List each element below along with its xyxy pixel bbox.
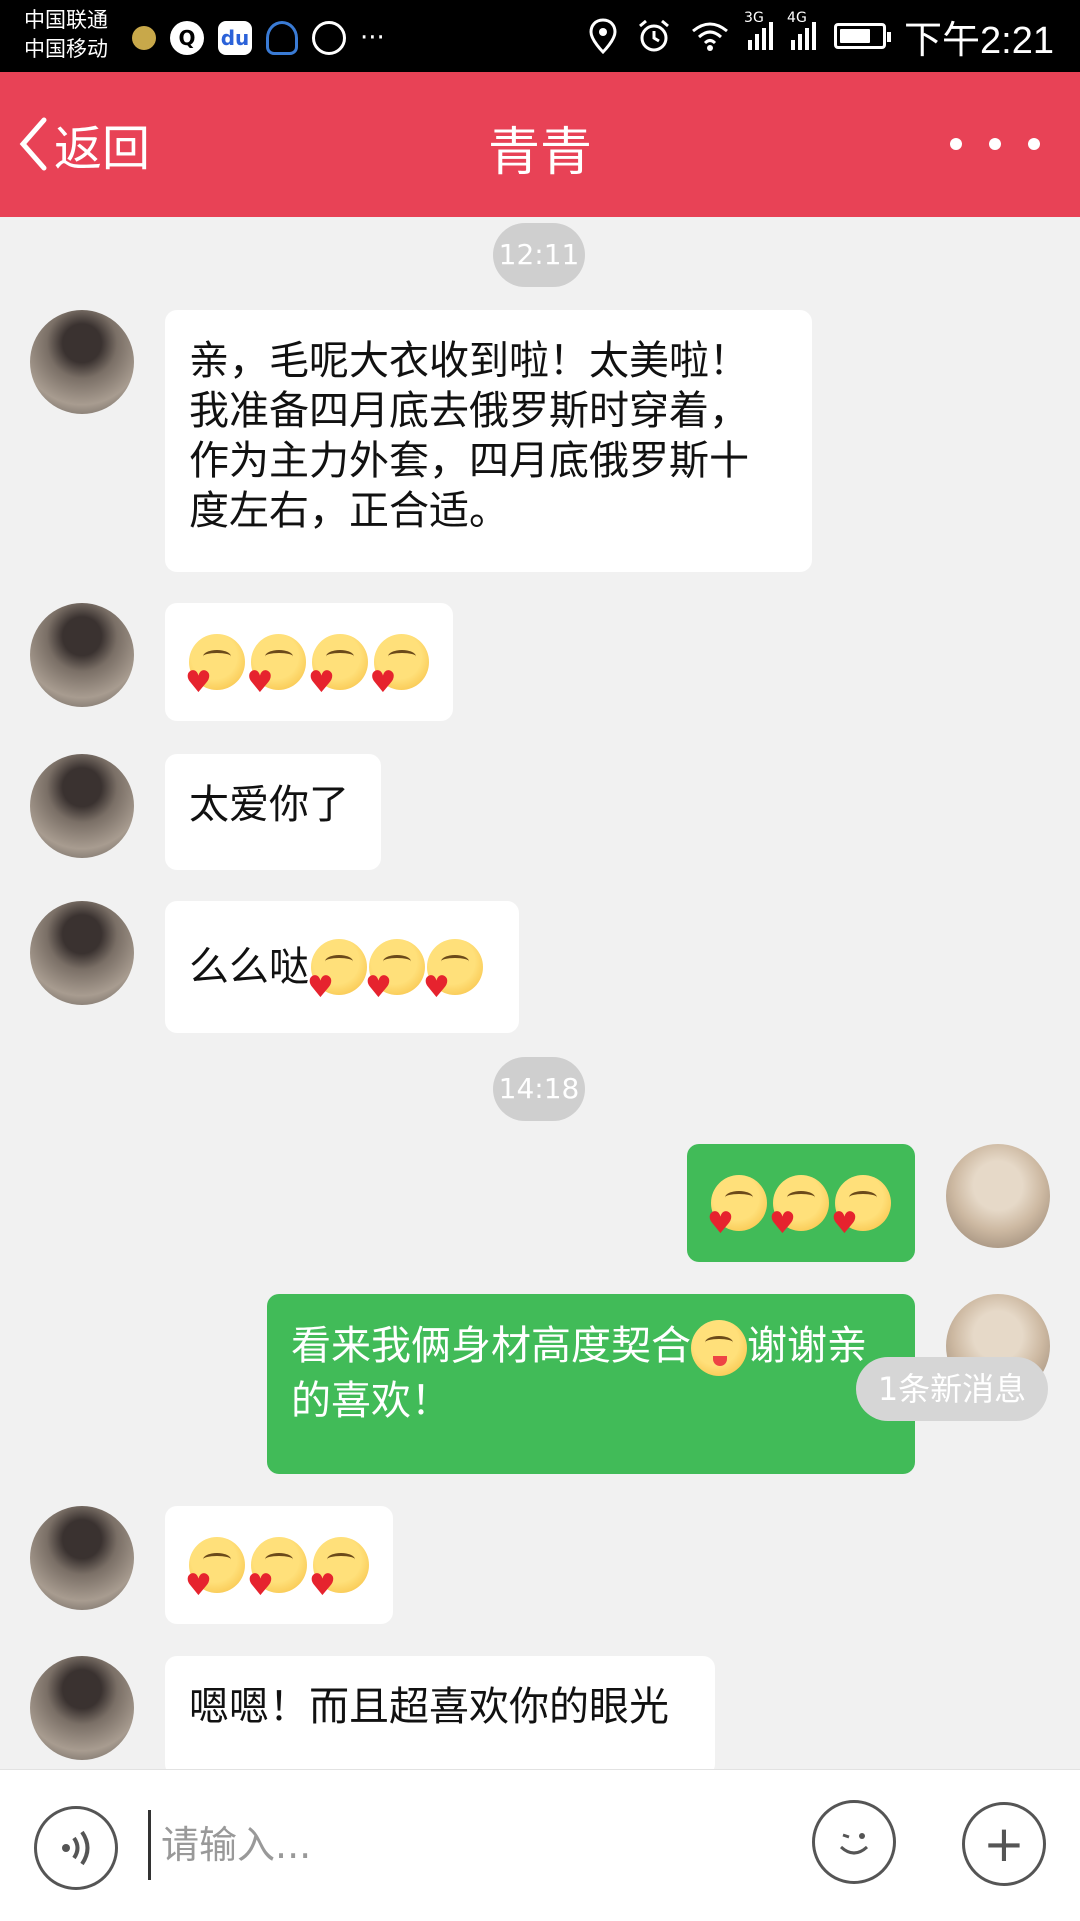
smiley-icon [839,1833,869,1855]
message-text: 么么哒 [189,944,309,990]
kiss-heart-emoji-icon [423,939,483,1003]
message-bubble-outgoing[interactable]: 看来我俩身材高度契合 谢谢亲的喜欢！ [267,1294,915,1474]
message-text: 亲，毛呢大衣收到啦！太美啦！我准备四月底去俄罗斯时穿着，作为主力外套，四月底俄罗… [189,338,749,534]
more-dot-icon [989,138,1001,150]
friend-avatar[interactable] [30,603,134,707]
message-text: 太爱你了 [189,782,349,828]
friend-avatar[interactable] [30,754,134,858]
message-bubble-incoming[interactable] [165,1506,393,1624]
message-bubble-outgoing[interactable] [687,1144,915,1262]
kiss-heart-emoji-icon [247,1537,307,1601]
notification-icons: Q du ··· [132,18,385,58]
signal-4g-icon: 4G [787,10,817,50]
qq-icon [266,21,298,55]
message-text: 嗯嗯！而且超喜欢你的眼光 [189,1684,669,1730]
net-3g-label: 3G [744,10,764,26]
kiss-heart-emoji-icon [308,634,368,698]
timestamp: 12:11 [493,223,585,287]
wifi-icon [692,22,728,51]
my-avatar[interactable] [946,1144,1050,1248]
signal-3g-icon: 3G [744,10,774,50]
message-bubble-incoming[interactable]: 嗯嗯！而且超喜欢你的眼光 [165,1656,715,1769]
hand-icon [312,21,346,55]
location-icon [589,18,617,54]
more-notifications-icon: ··· [360,23,385,53]
emoji-button[interactable] [812,1800,896,1884]
friend-avatar[interactable] [30,1506,134,1610]
net-4g-label: 4G [787,10,807,26]
tongue-out-emoji-icon [691,1320,747,1376]
timestamp: 14:18 [493,1057,585,1121]
carrier-1: 中国联通 [24,8,108,32]
notification-dot-icon [132,26,156,50]
friend-avatar[interactable] [30,310,134,414]
system-icons: 3G 4G 下午2:21 [588,10,1054,62]
kiss-heart-emoji-icon [185,634,245,698]
message-bubble-incoming[interactable]: 亲，毛呢大衣收到啦！太美啦！我准备四月底去俄罗斯时穿着，作为主力外套，四月底俄罗… [165,310,812,572]
qq-browser-icon: Q [170,21,204,55]
friend-avatar[interactable] [30,901,134,1005]
page-title: 青青 [487,123,592,183]
carrier-info: 中国联通 中国移动 [24,6,108,64]
kiss-heart-emoji-icon [307,939,367,1003]
carrier-2: 中国移动 [24,37,108,61]
more-options-button[interactable] [950,124,1040,164]
voice-button[interactable] [34,1806,118,1890]
battery-level [840,29,871,43]
kiss-heart-emoji-icon [185,1537,245,1601]
message-text: 看来我俩身材高度契合 [291,1323,691,1369]
battery-icon [834,23,892,49]
kiss-heart-emoji-icon [247,634,306,698]
kiss-heart-emoji-icon [370,634,429,698]
kiss-heart-emoji-icon [309,1537,369,1601]
baidu-icon: du [218,21,252,55]
kiss-heart-emoji-icon [769,1175,829,1239]
kiss-heart-emoji-icon [831,1175,891,1239]
friend-avatar[interactable] [30,1656,134,1760]
status-bar: 中国联通 中国移动 Q du ··· 3G 4G 下午2:21 [0,0,1080,72]
kiss-heart-emoji-icon [707,1175,767,1239]
new-message-badge[interactable]: 1条新消息 [856,1357,1048,1421]
input-bar: 请输入... + [0,1769,1080,1921]
voice-icon [62,1830,90,1866]
chat-header: 返回 青青 [0,72,1080,217]
kiss-heart-emoji-icon [365,939,425,1003]
message-input[interactable]: 请输入... [148,1810,781,1880]
chat-messages[interactable]: 12:11 亲，毛呢大衣收到啦！太美啦！我准备四月底去俄罗斯时穿着，作为主力外套… [0,217,1080,1769]
plus-icon: + [983,1815,1025,1873]
clock: 下午2:21 [904,19,1054,62]
alarm-icon [639,19,669,52]
message-bubble-incoming[interactable]: 么么哒 [165,901,519,1033]
message-bubble-incoming[interactable]: 太爱你了 [165,754,381,870]
more-dot-icon [1028,138,1040,150]
more-dot-icon [950,138,962,150]
add-attachment-button[interactable]: + [962,1802,1046,1886]
message-bubble-incoming[interactable] [165,603,453,721]
